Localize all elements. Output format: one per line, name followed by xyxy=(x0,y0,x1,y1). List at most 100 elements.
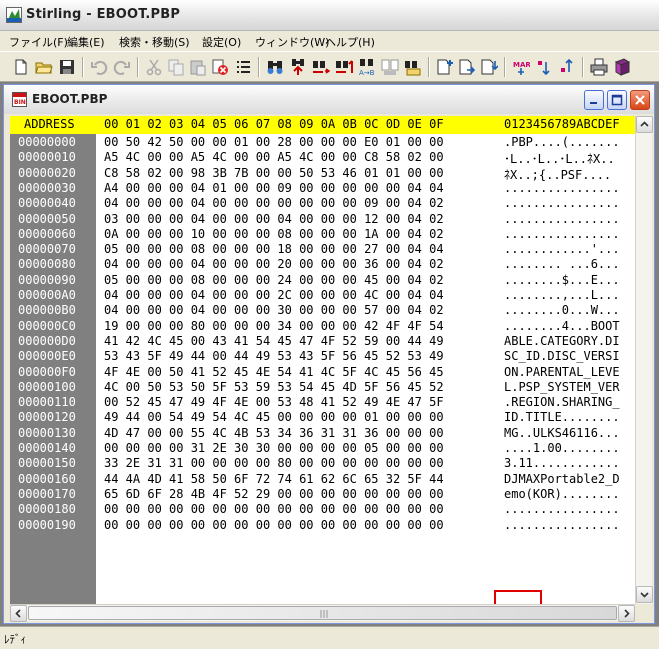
compare-icon[interactable] xyxy=(379,56,401,78)
horizontal-scrollbar[interactable] xyxy=(10,604,635,622)
row-hex-bytes[interactable]: 00 52 45 47 49 4F 4E 00 53 48 41 52 49 4… xyxy=(104,395,444,409)
row-hex-bytes[interactable]: 05 00 00 00 08 00 00 00 18 00 00 00 27 0… xyxy=(104,242,444,256)
mark-icon[interactable]: MARK xyxy=(510,56,532,78)
row-hex-bytes[interactable]: 4C 00 50 53 50 5F 53 59 53 54 45 4D 5F 5… xyxy=(104,380,444,394)
minimize-button[interactable] xyxy=(584,90,604,110)
row-hex-bytes[interactable]: 49 44 00 54 49 54 4C 45 00 00 00 00 01 0… xyxy=(104,410,444,424)
hex-row[interactable]: 000000C0 19 00 00 00 80 00 00 00 34 00 00… xyxy=(10,319,641,334)
row-hex-bytes[interactable]: 00 50 42 50 00 00 01 00 28 00 00 00 E0 0… xyxy=(104,135,444,149)
row-ascii[interactable]: .PBP....(....... xyxy=(504,135,620,149)
find-icon[interactable] xyxy=(264,56,286,78)
save-icon[interactable] xyxy=(56,56,78,78)
document-titlebar[interactable]: BIN EBOOT.PBP xyxy=(4,85,654,114)
row-ascii[interactable]: ................ xyxy=(504,196,620,210)
row-hex-bytes[interactable]: A4 00 00 00 04 01 00 00 09 00 00 00 00 0… xyxy=(104,181,444,195)
hex-row[interactable]: 00000120 49 44 00 54 49 54 4C 45 00 00 00… xyxy=(10,410,641,425)
menu-edit[interactable]: 編集(E) xyxy=(64,33,108,51)
row-hex-bytes[interactable]: 05 00 00 00 08 00 00 00 24 00 00 00 45 0… xyxy=(104,273,444,287)
close-button[interactable] xyxy=(630,90,650,110)
row-hex-bytes[interactable]: 04 00 00 00 04 00 00 00 20 00 00 00 36 0… xyxy=(104,257,444,271)
row-ascii[interactable]: ........ ...6... xyxy=(504,257,620,271)
row-ascii[interactable]: ....1.00........ xyxy=(504,441,620,455)
app-titlebar[interactable]: Stirling - EBOOT.PBP xyxy=(0,0,659,31)
next-mark-icon[interactable] xyxy=(533,56,555,78)
row-hex-bytes[interactable]: 65 6D 6F 28 4B 4F 52 29 00 00 00 00 00 0… xyxy=(104,487,444,501)
scroll-down-button[interactable] xyxy=(636,586,653,603)
find-all-icon[interactable] xyxy=(333,56,355,78)
row-ascii[interactable]: ID.TITLE........ xyxy=(504,410,620,424)
insert-file-icon[interactable] xyxy=(456,56,478,78)
row-ascii[interactable]: ........0...W... xyxy=(504,303,620,317)
print-icon[interactable] xyxy=(588,56,610,78)
row-hex-bytes[interactable]: 4D 47 00 00 55 4C 4B 53 34 36 31 31 36 0… xyxy=(104,426,444,440)
hex-row[interactable]: 00000160 44 4A 4D 41 58 50 6F 72 74 61 62… xyxy=(10,472,641,487)
row-ascii[interactable]: ON.PARENTAL_LEVE xyxy=(504,365,620,379)
hex-row[interactable]: 00000110 00 52 45 47 49 4F 4E 00 53 48 41… xyxy=(10,395,641,410)
row-ascii[interactable]: ................ xyxy=(504,227,620,241)
delete-icon[interactable] xyxy=(209,56,231,78)
insert-icon[interactable] xyxy=(434,56,456,78)
hex-view[interactable]: ADDRESS 00 01 02 03 04 05 06 07 08 09 0A… xyxy=(10,116,641,604)
cut-icon[interactable] xyxy=(143,56,165,78)
hex-row[interactable]: 00000150 33 2E 31 31 00 00 00 00 80 00 00… xyxy=(10,456,641,471)
row-hex-bytes[interactable]: 44 4A 4D 41 58 50 6F 72 74 61 62 6C 65 3… xyxy=(104,472,444,486)
scroll-up-button[interactable] xyxy=(636,116,653,133)
scroll-right-button[interactable] xyxy=(618,605,635,622)
new-file-icon[interactable] xyxy=(10,56,32,78)
menu-window[interactable]: ウィンドウ(W) xyxy=(252,33,332,51)
row-ascii[interactable]: .REGION.SHARING_ xyxy=(504,395,620,409)
row-hex-bytes[interactable]: A5 4C 00 00 A5 4C 00 00 A5 4C 00 00 C8 5… xyxy=(104,150,444,164)
row-ascii[interactable]: DJMAXPortable2_D xyxy=(504,472,620,486)
hex-row[interactable]: 00000010 A5 4C 00 00 A5 4C 00 00 A5 4C 00… xyxy=(10,150,641,166)
undo-icon[interactable] xyxy=(88,56,110,78)
redo-icon[interactable] xyxy=(111,56,133,78)
hex-row[interactable]: 00000130 4D 47 00 00 55 4C 4B 53 34 36 31… xyxy=(10,426,641,441)
hex-row[interactable]: 00000060 0A 00 00 00 10 00 00 00 08 00 00… xyxy=(10,227,641,242)
hex-row[interactable]: 00000090 05 00 00 00 08 00 00 00 24 00 00… xyxy=(10,273,641,288)
row-hex-bytes[interactable]: 19 00 00 00 80 00 00 00 34 00 00 00 42 4… xyxy=(104,319,444,333)
hex-row[interactable]: 00000140 00 00 00 00 31 2E 30 30 00 00 00… xyxy=(10,441,641,456)
append-icon[interactable] xyxy=(478,56,500,78)
scroll-left-button[interactable] xyxy=(10,605,27,622)
hex-row[interactable]: 000000E0 53 43 5F 49 44 00 44 49 53 43 5F… xyxy=(10,349,641,364)
copy-icon[interactable] xyxy=(165,56,187,78)
open-folder-icon[interactable] xyxy=(33,56,55,78)
row-ascii[interactable]: ................ xyxy=(504,518,620,532)
replace-icon[interactable]: A→B xyxy=(356,56,378,78)
hex-row[interactable]: 000000A0 04 00 00 00 04 00 00 00 2C 00 00… xyxy=(10,288,641,303)
row-hex-bytes[interactable]: 04 00 00 00 04 00 00 00 2C 00 00 00 4C 0… xyxy=(104,288,444,302)
row-hex-bytes[interactable]: 00 00 00 00 00 00 00 00 00 00 00 00 00 0… xyxy=(104,518,444,532)
row-ascii[interactable]: ................ xyxy=(504,502,620,516)
hex-row[interactable]: 00000000 00 50 42 50 00 00 01 00 28 00 00… xyxy=(10,135,641,150)
menu-help[interactable]: ヘルプ(H) xyxy=(322,33,378,51)
row-hex-bytes[interactable]: 4F 4E 00 50 41 52 45 4E 54 41 4C 5F 4C 4… xyxy=(104,365,444,379)
scroll-track[interactable] xyxy=(637,134,652,586)
row-ascii[interactable]: ................ xyxy=(504,181,620,195)
book-icon[interactable] xyxy=(611,56,633,78)
hex-row[interactable]: 00000040 04 00 00 00 04 00 00 00 00 00 00… xyxy=(10,196,641,211)
row-ascii[interactable]: ........,...L... xyxy=(504,288,620,302)
hex-row[interactable]: 00000050 03 00 00 00 04 00 00 00 04 00 00… xyxy=(10,212,641,227)
maximize-button[interactable] xyxy=(607,90,627,110)
hex-row[interactable]: 00000070 05 00 00 00 08 00 00 00 18 00 00… xyxy=(10,242,641,257)
find-next-icon[interactable] xyxy=(310,56,332,78)
find-prev-icon[interactable] xyxy=(287,56,309,78)
menu-file[interactable]: ファイル(F) xyxy=(6,33,71,51)
list-icon[interactable] xyxy=(232,56,254,78)
hex-row[interactable]: 000000B0 04 00 00 00 04 00 00 00 30 00 00… xyxy=(10,303,641,318)
hex-row[interactable]: 00000190 00 00 00 00 00 00 00 00 00 00 00… xyxy=(10,518,641,533)
row-hex-bytes[interactable]: 04 00 00 00 04 00 00 00 00 00 00 00 09 0… xyxy=(104,196,444,210)
row-ascii[interactable]: ABLE.CATEGORY.DI xyxy=(504,334,620,348)
row-ascii[interactable]: ........4...BOOT xyxy=(504,319,620,333)
row-hex-bytes[interactable]: 0A 00 00 00 10 00 00 00 08 00 00 00 1A 0… xyxy=(104,227,444,241)
row-ascii[interactable]: SC_ID.DISC_VERSI xyxy=(504,349,620,363)
row-ascii[interactable]: MG..ULKS46116... xyxy=(504,426,620,440)
row-hex-bytes[interactable]: C8 58 02 00 98 3B 7B 00 00 50 53 46 01 0… xyxy=(104,166,444,180)
row-hex-bytes[interactable]: 41 42 4C 45 00 43 41 54 45 47 4F 52 59 0… xyxy=(104,334,444,348)
menu-search[interactable]: 検索・移動(S) xyxy=(116,33,193,51)
hex-row[interactable]: 00000030 A4 00 00 00 04 01 00 00 09 00 00… xyxy=(10,181,641,196)
row-hex-bytes[interactable]: 33 2E 31 31 00 00 00 00 80 00 00 00 00 0… xyxy=(104,456,444,470)
jump-icon[interactable] xyxy=(402,56,424,78)
row-ascii[interactable]: ............'... xyxy=(504,242,620,256)
paste-icon[interactable] xyxy=(187,56,209,78)
